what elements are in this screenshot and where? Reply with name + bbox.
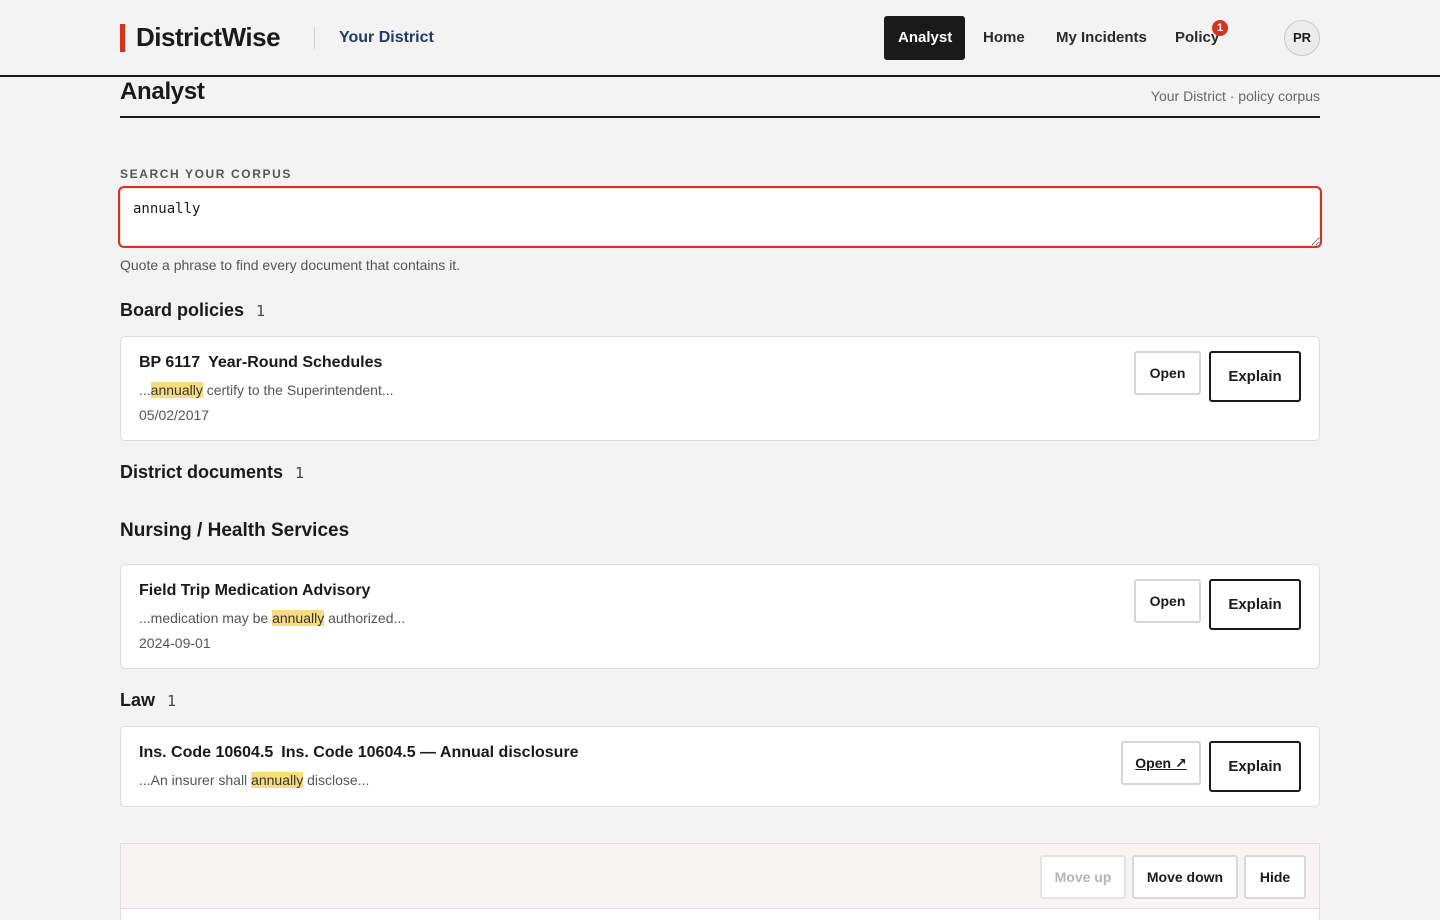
open-button[interactable]: Open [1134,579,1201,623]
snippet-highlight: annually [272,610,325,626]
move-down-button[interactable]: Move down [1132,855,1238,899]
snippet-highlight: annually [251,772,304,788]
policy-notification-badge: 1 [1212,20,1228,36]
explain-button[interactable]: Explain [1209,579,1301,630]
top-bar: DistrictWise Your District Analyst Home … [0,0,1440,77]
result-title-text: Year-Round Schedules [208,354,383,371]
panel-body [121,909,1319,920]
section-district-documents: District documents 1 [120,462,304,483]
result-title[interactable]: Ins. Code 10604.5 Ins. Code 10604.5 — Ann… [139,744,579,762]
hide-button[interactable]: Hide [1244,855,1306,899]
section-count: 1 [256,302,266,320]
result-title[interactable]: Field Trip Medication Advisory [139,582,370,600]
result-card: BP 6117 Year-Round Schedules ...annually … [120,336,1320,441]
move-up-button[interactable]: Move up [1040,855,1126,899]
snippet-post: authorized... [324,610,406,626]
section-law: Law 1 [120,690,176,711]
snippet-post: disclose... [303,772,370,788]
search-input[interactable]: annually [118,186,1322,248]
result-title[interactable]: BP 6117 Year-Round Schedules [139,354,382,372]
brand-divider [314,27,315,49]
open-external-button[interactable]: Open ↗ [1121,741,1201,785]
section-count: 1 [295,464,305,482]
snippet-post: certify to the Superintendent... [202,382,394,398]
result-code: Ins. Code 10604.5 [139,744,274,761]
result-date: 2024-09-01 [139,635,211,651]
user-avatar[interactable]: PR [1284,20,1320,56]
search-label: SEARCH YOUR CORPUS [120,167,292,181]
snippet-pre: ...medication may be [139,610,273,626]
explain-button[interactable]: Explain [1209,741,1301,792]
section-nursing-health: Nursing / Health Services [120,520,349,542]
snippet-pre: ...An insurer shall [139,772,252,788]
open-button[interactable]: Open [1134,351,1201,395]
brand-accent-bar [120,24,125,52]
title-divider [120,116,1320,118]
nav-home[interactable]: Home [983,16,1025,60]
page-title: Analyst [120,78,205,105]
nav-my-incidents[interactable]: My Incidents [1056,16,1147,60]
snippet-pre: ... [139,382,151,398]
explain-button[interactable]: Explain [1209,351,1301,402]
result-snippet: ...medication may be annually authorized… [139,610,405,626]
section-heading: Nursing / Health Services [120,520,350,541]
section-heading: Law [120,690,156,710]
district-link[interactable]: Your District [339,29,434,47]
result-snippet: ...An insurer shall annually disclose... [139,772,369,788]
nav-analyst[interactable]: Analyst [884,16,965,60]
result-code: BP 6117 [139,354,201,371]
section-heading: District documents [120,462,284,482]
section-controls-panel: Move up Move down Hide [120,843,1320,920]
result-title-text: Ins. Code 10604.5 — Annual disclosure [281,744,579,761]
search-hint: Quote a phrase to find every document th… [120,257,461,273]
snippet-highlight: annually [150,382,203,398]
brand-logo[interactable]: DistrictWise [136,22,281,53]
section-board-policies: Board policies 1 [120,300,265,321]
section-heading: Board policies [120,300,245,320]
result-card: Ins. Code 10604.5 Ins. Code 10604.5 — Ann… [120,726,1320,807]
breadcrumb: Your District · policy corpus [1150,88,1320,104]
section-count: 1 [167,692,177,710]
result-card: Field Trip Medication Advisory ...medica… [120,564,1320,669]
result-snippet: ...annually certify to the Superintenden… [139,382,394,398]
result-date: 05/02/2017 [139,407,210,423]
